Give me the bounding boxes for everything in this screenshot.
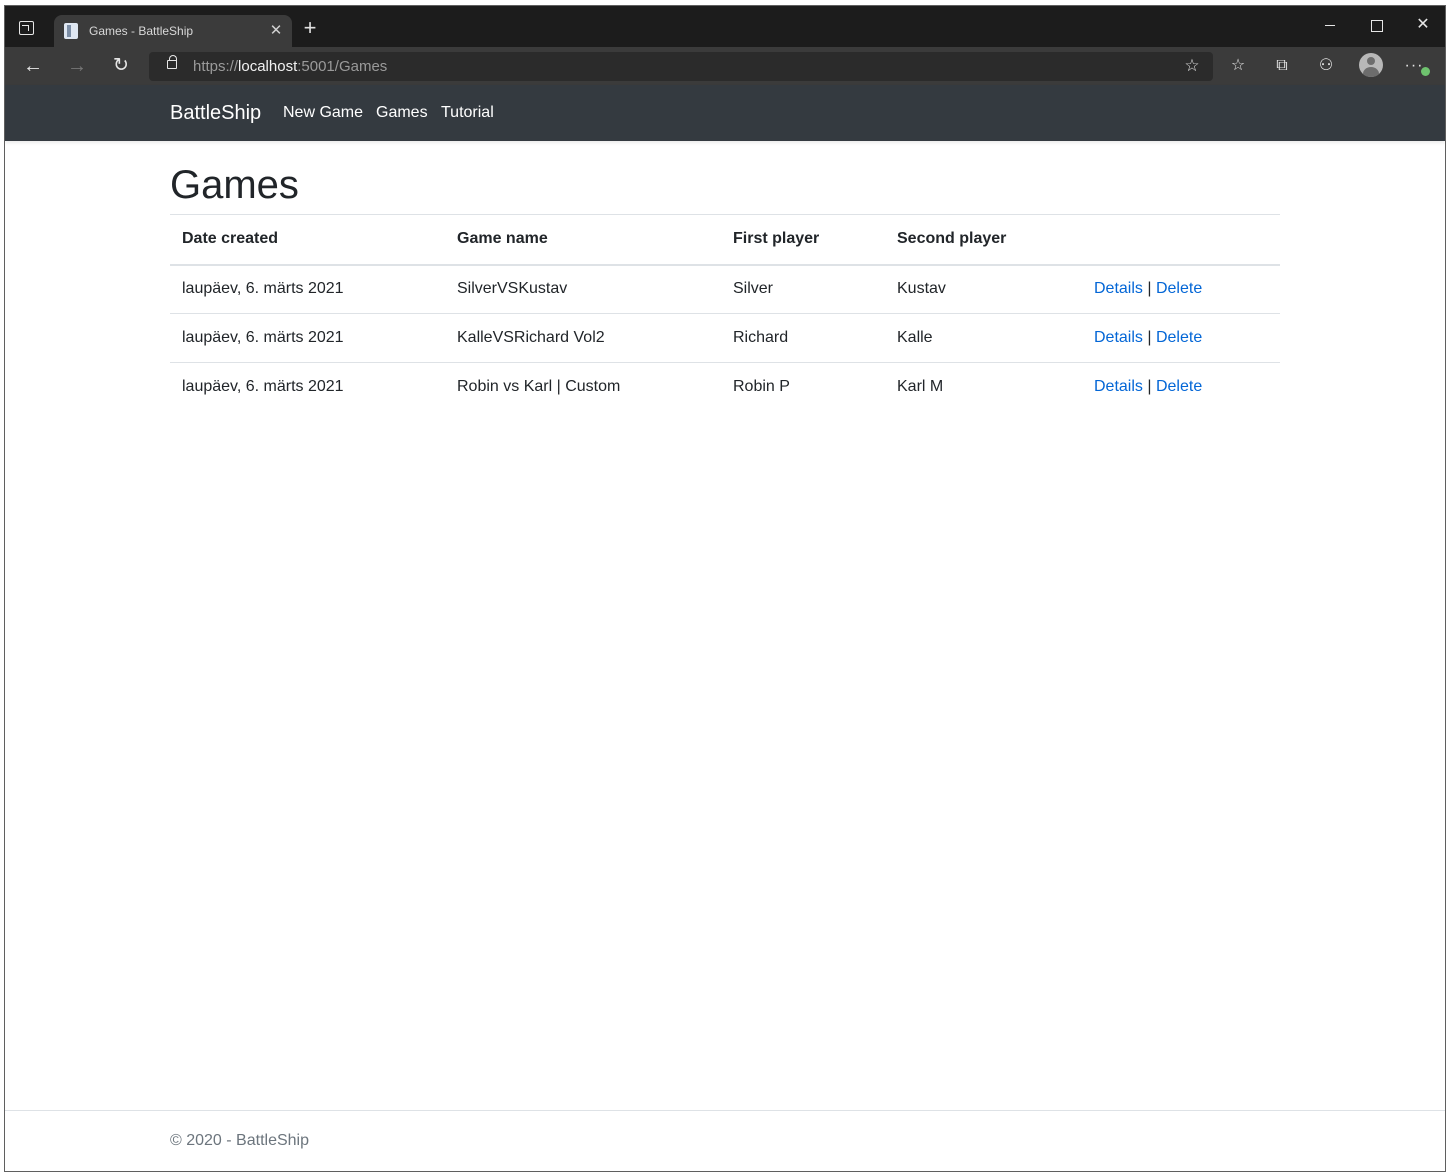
column-header-date: Date created bbox=[170, 214, 445, 266]
table-row: laupäev, 6. märts 2021 SilverVSKustav Si… bbox=[170, 265, 1280, 314]
cell-first-player: Robin P bbox=[721, 362, 885, 412]
cell-actions: Details | Delete bbox=[1082, 265, 1280, 314]
site-navbar: BattleShip New Game Games Tutorial bbox=[5, 85, 1445, 141]
table-row: laupäev, 6. märts 2021 KalleVSRichard Vo… bbox=[170, 313, 1280, 363]
tab-actions-icon[interactable] bbox=[19, 21, 34, 35]
new-tab-icon[interactable]: + bbox=[300, 17, 320, 39]
tab-close-icon[interactable]: ✕ bbox=[266, 21, 286, 41]
favorites-icon[interactable]: ☆ bbox=[1227, 55, 1249, 77]
tab-title: Games - BattleShip bbox=[89, 24, 194, 38]
url-scheme: https:// bbox=[193, 58, 239, 75]
nav-link-new-game[interactable]: New Game bbox=[283, 104, 363, 122]
web-page: BattleShip New Game Games Tutorial Games… bbox=[5, 85, 1445, 1171]
page-title: Games bbox=[170, 163, 299, 207]
details-link[interactable]: Details bbox=[1094, 280, 1143, 297]
profile-avatar-icon[interactable] bbox=[1359, 53, 1383, 77]
minimize-button[interactable] bbox=[1315, 12, 1347, 38]
cell-actions: Details | Delete bbox=[1082, 313, 1280, 363]
url-host: localhost bbox=[238, 58, 298, 75]
browser-toolbar: ← → ↻ https://localhost:5001/Games ☆ ☆ ⧉… bbox=[5, 47, 1445, 85]
table-row: laupäev, 6. märts 2021 Robin vs Karl | C… bbox=[170, 362, 1280, 412]
browser-window: Games - BattleShip ✕ + ✕ ← → ↻ https://l… bbox=[4, 5, 1446, 1172]
cell-date: laupäev, 6. märts 2021 bbox=[182, 280, 344, 298]
browser-tab[interactable]: Games - BattleShip ✕ bbox=[54, 15, 292, 47]
column-header-game-name: Game name bbox=[445, 214, 721, 266]
games-table: Date created Game name First player Seco… bbox=[170, 214, 1280, 412]
address-bar[interactable]: https://localhost:5001/Games ☆ bbox=[149, 52, 1213, 81]
column-header-first-player: First player bbox=[721, 214, 885, 266]
nav-link-games[interactable]: Games bbox=[376, 104, 428, 122]
footer-copyright: © 2020 - BattleShip bbox=[170, 1132, 309, 1149]
collections-icon[interactable]: ⧉ bbox=[1271, 55, 1293, 77]
cell-game-name: Robin vs Karl | Custom bbox=[445, 362, 721, 412]
cell-second-player: Kustav bbox=[897, 280, 946, 298]
cell-actions: Details | Delete bbox=[1082, 362, 1280, 412]
extensions-icon[interactable]: ⚇ bbox=[1315, 55, 1337, 77]
cell-second-player: Kalle bbox=[885, 313, 1082, 363]
page-favicon-icon bbox=[64, 23, 78, 39]
forward-arrow-icon[interactable]: → bbox=[65, 55, 89, 77]
details-link[interactable]: Details bbox=[1094, 378, 1143, 395]
cell-first-player: Silver bbox=[733, 280, 774, 298]
cell-game-name: KalleVSRichard Vol2 bbox=[445, 313, 721, 363]
cell-date: laupäev, 6. märts 2021 bbox=[170, 313, 445, 363]
add-favorite-icon[interactable]: ☆ bbox=[1183, 57, 1201, 75]
action-separator: | bbox=[1147, 280, 1152, 298]
site-footer: © 2020 - BattleShip bbox=[5, 1110, 1445, 1171]
cell-first-player: Richard bbox=[721, 313, 885, 363]
url-path: :5001/Games bbox=[297, 58, 388, 75]
url-text[interactable]: https://localhost:5001/Games bbox=[193, 58, 387, 75]
update-available-icon bbox=[1421, 67, 1430, 76]
action-separator: | bbox=[1147, 378, 1152, 396]
action-separator: | bbox=[1147, 329, 1152, 346]
window-close-button[interactable]: ✕ bbox=[1407, 12, 1439, 38]
brand-link[interactable]: BattleShip bbox=[170, 102, 261, 125]
cell-second-player: Karl M bbox=[885, 362, 1082, 412]
cell-game-name: SilverVSKustav bbox=[457, 280, 568, 298]
delete-link[interactable]: Delete bbox=[1156, 280, 1202, 297]
reload-icon[interactable]: ↻ bbox=[109, 55, 133, 77]
delete-link[interactable]: Delete bbox=[1156, 329, 1202, 346]
lock-icon[interactable] bbox=[167, 55, 177, 69]
column-header-actions bbox=[1082, 214, 1280, 266]
nav-link-tutorial[interactable]: Tutorial bbox=[441, 104, 494, 122]
back-arrow-icon[interactable]: ← bbox=[21, 55, 45, 77]
title-bar: Games - BattleShip ✕ + ✕ bbox=[5, 6, 1445, 47]
details-link[interactable]: Details bbox=[1094, 329, 1143, 346]
maximize-button[interactable] bbox=[1361, 12, 1393, 38]
delete-link[interactable]: Delete bbox=[1156, 378, 1202, 395]
column-header-second-player: Second player bbox=[885, 214, 1082, 266]
table-header-row: Date created Game name First player Seco… bbox=[170, 214, 1280, 266]
cell-date: laupäev, 6. märts 2021 bbox=[170, 362, 445, 412]
